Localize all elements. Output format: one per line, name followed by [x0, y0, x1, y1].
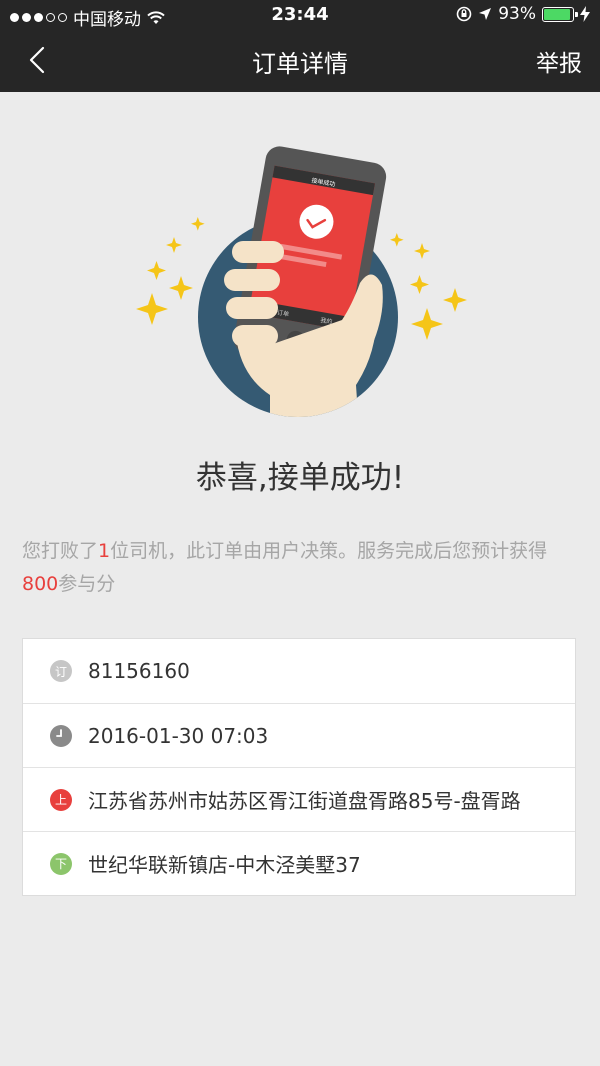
- status-bar: 中国移动 23:44 93%: [0, 0, 600, 30]
- location-arrow-icon: [479, 8, 492, 20]
- charging-icon: [580, 6, 590, 22]
- dropoff-row: 下 世纪华联新镇店-中木泾美墅37: [23, 831, 575, 895]
- order-badge-icon: 订: [50, 660, 72, 682]
- order-info-card: 订 81156160 2016-01-30 07:03 上 江苏省苏州市姑苏区胥…: [22, 638, 576, 896]
- pickup-row: 上 江苏省苏州市姑苏区胥江街道盘胥路85号-盘胥路: [23, 767, 575, 831]
- orientation-lock-icon: [456, 6, 472, 22]
- desc-text-1: 您打败了: [22, 540, 99, 562]
- order-time: 2016-01-30 07:03: [88, 723, 269, 748]
- top-bar: 中国移动 23:44 93% 订单详情 举报: [0, 0, 600, 92]
- result-description: 您打败了1位司机，此订单由用户决策。服务完成后您预计获得 800参与分: [22, 535, 582, 601]
- dropoff-badge-icon: 下: [50, 852, 72, 875]
- success-illustration: 接单成功 新订单 我的: [136, 146, 467, 417]
- beaten-drivers-count: 1: [98, 540, 111, 562]
- order-number: 81156160: [88, 659, 190, 683]
- desc-text-2: 位司机，此订单由用户决策。服务完成后您预计获得: [110, 540, 548, 562]
- dropoff-address: 世纪华联新镇店-中木泾美墅37: [88, 853, 361, 877]
- nav-bar: 订单详情 举报: [0, 30, 600, 92]
- battery-percent: 93%: [498, 4, 536, 24]
- order-number-row: 订 81156160: [23, 639, 575, 703]
- expected-points: 800: [22, 573, 59, 595]
- success-headline: 恭喜,接单成功!: [195, 460, 405, 496]
- pickup-badge-icon: 上: [50, 788, 72, 811]
- pickup-address: 江苏省苏州市姑苏区胥江街道盘胥路85号-盘胥路: [88, 789, 521, 813]
- desc-text-3: 参与分: [58, 573, 116, 595]
- battery-icon: [542, 6, 578, 22]
- page-title: 订单详情: [252, 50, 348, 78]
- order-time-row: 2016-01-30 07:03: [23, 703, 575, 767]
- status-right: 93%: [456, 4, 590, 24]
- report-button[interactable]: 举报: [536, 44, 582, 78]
- clock-icon: [50, 724, 72, 747]
